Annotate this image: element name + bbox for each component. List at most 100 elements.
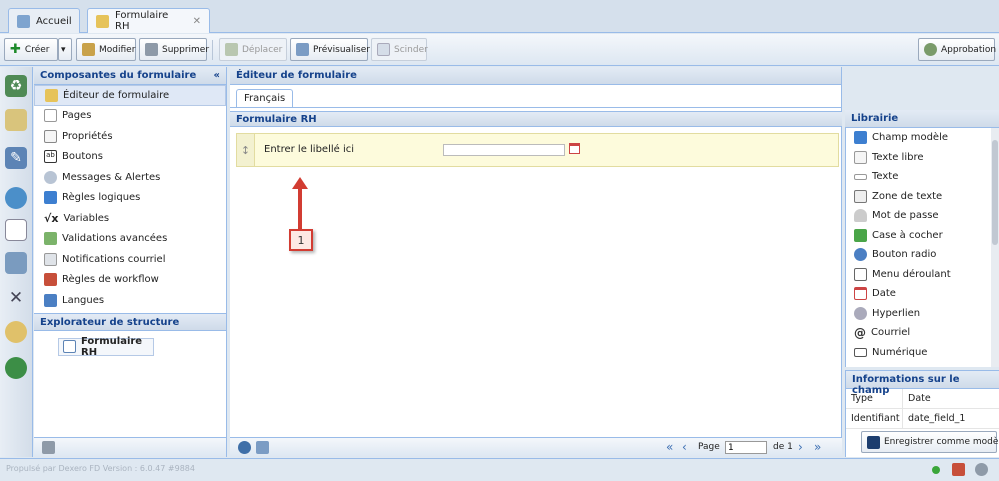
tab-formulaire-rh[interactable]: Formulaire RH ✕ bbox=[87, 8, 210, 33]
library-item-textarea[interactable]: Zone de texte bbox=[846, 187, 991, 207]
library-item-radio[interactable]: Bouton radio bbox=[846, 245, 991, 265]
library-item-model-field[interactable]: Champ modèle bbox=[846, 128, 991, 148]
preview-label: Prévisualiser bbox=[313, 44, 370, 55]
component-label: Règles logiques bbox=[62, 192, 141, 204]
document-icon[interactable] bbox=[5, 219, 27, 241]
move-button[interactable]: Déplacer bbox=[219, 38, 287, 61]
trash-icon[interactable] bbox=[42, 441, 55, 454]
library-item-dropdown[interactable]: Menu déroulant bbox=[846, 265, 991, 285]
workflow-icon bbox=[44, 273, 57, 287]
earth-icon[interactable] bbox=[5, 357, 27, 379]
tab-home[interactable]: Accueil bbox=[8, 8, 80, 33]
refresh-icon[interactable] bbox=[238, 441, 251, 454]
library-item-label: Numérique bbox=[872, 346, 928, 358]
component-item-languages[interactable]: Langues bbox=[34, 290, 226, 311]
tools-icon[interactable]: ✕ bbox=[5, 287, 27, 309]
approval-label: Approbation bbox=[941, 44, 997, 55]
recycle-icon[interactable]: ♻ bbox=[5, 75, 27, 97]
first-page-icon[interactable]: « bbox=[666, 440, 673, 454]
eraser-icon[interactable] bbox=[5, 109, 27, 131]
delete-button[interactable]: Supprimer bbox=[139, 38, 209, 61]
page-number-input[interactable] bbox=[725, 441, 767, 454]
drag-handle-icon[interactable]: ↕ bbox=[237, 134, 255, 166]
component-item-variables[interactable]: √x Variables bbox=[34, 208, 226, 229]
copy-icon[interactable] bbox=[5, 252, 27, 274]
tab-strip: Accueil Formulaire RH ✕ bbox=[0, 0, 999, 33]
library-item-hyperlink[interactable]: Hyperlien bbox=[846, 304, 991, 324]
library-panel: Champ modèle Texte libre Texte Zone de t… bbox=[845, 128, 999, 367]
calendar-icon[interactable] bbox=[569, 143, 580, 154]
move-icon bbox=[225, 43, 238, 56]
save-icon bbox=[867, 435, 880, 449]
next-page-icon[interactable]: › bbox=[798, 440, 803, 454]
form-editor-icon[interactable]: ✎ bbox=[5, 147, 27, 169]
component-item-workflow[interactable]: Règles de workflow bbox=[34, 270, 226, 291]
create-dropdown-button[interactable]: ▾ bbox=[58, 38, 72, 61]
component-item-messages[interactable]: Messages & Alertes bbox=[34, 167, 226, 188]
component-label: Notifications courriel bbox=[62, 253, 166, 265]
library-scrollbar[interactable] bbox=[991, 128, 999, 367]
library-item-checkbox[interactable]: Case à cocher bbox=[846, 226, 991, 246]
last-page-icon[interactable]: » bbox=[814, 440, 821, 454]
approval-button[interactable]: Approbation bbox=[918, 38, 997, 61]
field-label[interactable]: Entrer le libellé ici bbox=[264, 144, 354, 155]
at-icon: @ bbox=[854, 325, 866, 340]
library-item-date[interactable]: Date bbox=[846, 284, 991, 304]
prev-page-icon[interactable]: ‹ bbox=[682, 440, 687, 454]
form-header: Formulaire RH bbox=[230, 111, 842, 127]
library-header: Librairie bbox=[845, 110, 999, 128]
component-item-pages[interactable]: Pages bbox=[34, 106, 226, 127]
modify-button[interactable]: Modifier bbox=[76, 38, 136, 61]
split-button[interactable]: Scinder bbox=[371, 38, 428, 61]
explorer-node-formulaire-rh[interactable]: Formulaire RH bbox=[58, 335, 154, 358]
library-item-free-text[interactable]: Texte libre bbox=[846, 148, 991, 168]
field-info-header: Informations sur le champ bbox=[846, 371, 999, 396]
library-item-password[interactable]: Mot de passe bbox=[846, 206, 991, 226]
component-item-validations[interactable]: Validations avancées bbox=[34, 229, 226, 250]
create-button[interactable]: ✚ Créer bbox=[4, 38, 58, 61]
preview-icon bbox=[296, 43, 309, 56]
form-icon bbox=[96, 14, 109, 28]
buttons-icon: ab bbox=[44, 150, 57, 164]
editor-footer: « ‹ Page de 1 › » bbox=[230, 437, 842, 457]
component-item-rules[interactable]: Règles logiques bbox=[34, 188, 226, 209]
save-as-model-button[interactable]: Enregistrer comme modèle bbox=[861, 431, 999, 453]
components-list: Éditeur de formulaire Pages Propriétés a… bbox=[34, 85, 226, 311]
form-field-row[interactable]: ↕ Entrer le libellé ici bbox=[236, 133, 839, 167]
book-icon[interactable] bbox=[952, 463, 965, 476]
explorer-node-label: Formulaire RH bbox=[81, 335, 143, 358]
component-item-buttons[interactable]: ab Boutons bbox=[34, 147, 226, 168]
move-label: Déplacer bbox=[242, 44, 283, 55]
component-item-notifications[interactable]: Notifications courriel bbox=[34, 249, 226, 270]
collapse-icon[interactable]: « bbox=[214, 70, 220, 81]
dropdown-icon bbox=[854, 267, 867, 281]
date-input[interactable] bbox=[443, 144, 565, 156]
status-online-icon bbox=[932, 466, 940, 474]
component-label: Boutons bbox=[62, 151, 103, 163]
close-icon[interactable]: ✕ bbox=[193, 16, 201, 27]
components-panel: Composantes du formulaire « Éditeur de f… bbox=[34, 67, 227, 457]
editor-title: Éditeur de formulaire bbox=[236, 70, 357, 81]
scrollbar-thumb[interactable] bbox=[992, 140, 998, 245]
form-icon bbox=[63, 340, 76, 353]
component-label: Variables bbox=[63, 212, 110, 224]
library-item-text[interactable]: Texte bbox=[846, 167, 991, 187]
clock-icon[interactable] bbox=[5, 321, 27, 343]
preview-button[interactable]: Prévisualiser bbox=[290, 38, 370, 61]
component-item-form-editor[interactable]: Éditeur de formulaire bbox=[34, 85, 226, 106]
page-icon bbox=[44, 109, 57, 123]
globe-gear-icon[interactable] bbox=[5, 187, 27, 209]
form-editor-icon bbox=[45, 88, 58, 102]
library-item-numeric[interactable]: Numérique bbox=[846, 343, 991, 363]
settings-icon[interactable] bbox=[975, 463, 988, 476]
components-header: Composantes du formulaire « bbox=[34, 67, 226, 85]
explorer-header: Explorateur de structure bbox=[34, 312, 226, 331]
library-item-label: Courriel bbox=[871, 327, 911, 339]
textarea-icon bbox=[854, 189, 867, 203]
status-text: Propulsé par Dexero FD Version : 6.0.47 … bbox=[6, 464, 195, 473]
tab-language-francais[interactable]: Français bbox=[236, 89, 294, 107]
export-icon[interactable] bbox=[256, 441, 269, 454]
library-item-email[interactable]: @ Courriel bbox=[846, 323, 991, 343]
component-item-properties[interactable]: Propriétés bbox=[34, 126, 226, 147]
library-item-label: Texte bbox=[872, 171, 899, 183]
